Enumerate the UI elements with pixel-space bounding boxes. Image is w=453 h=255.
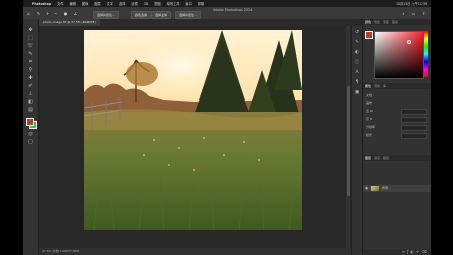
brush-angle-icon[interactable]: ∠ — [73, 11, 78, 16]
properties-panel-tabs: 属性 调整 库 — [363, 83, 431, 89]
tab-color[interactable]: 颜色 — [365, 19, 371, 25]
stamp-tool-icon[interactable]: ⊥ — [26, 91, 35, 98]
menu-item-file[interactable]: 文件 — [57, 1, 63, 6]
scrollbar-thumb[interactable] — [346, 86, 350, 196]
tab-layers[interactable]: 图层 — [365, 155, 371, 161]
paragraph-icon[interactable]: ¶ — [354, 80, 360, 86]
status-bar: 37.5% 文档:7.06M/7.06M — [39, 248, 359, 255]
canvas-scrollbar[interactable] — [346, 26, 350, 248]
select-and-mask-button[interactable]: 选择并遮住... — [175, 11, 201, 19]
canvas-area[interactable] — [39, 26, 359, 248]
info-icon[interactable]: ⓘ — [354, 60, 360, 66]
trash-icon[interactable]: ⌫ — [421, 249, 429, 254]
quick-selection-tool-icon[interactable]: ✎ — [26, 51, 35, 58]
left-letterbox — [0, 0, 23, 255]
menu-item-filter[interactable]: 滤镜 — [131, 1, 137, 6]
gradient-tool-icon[interactable]: ▤ — [26, 107, 35, 114]
prop-label-resolution: 分辨率 — [366, 125, 376, 129]
subtract-selection-icon[interactable]: − — [53, 11, 58, 16]
character-icon[interactable]: A — [354, 70, 360, 76]
menu-item-window[interactable]: 窗口 — [185, 1, 191, 6]
quick-select-tool-icon[interactable]: ✎ — [36, 11, 41, 16]
share-icon[interactable]: ⇪ — [421, 11, 426, 16]
window-title: Adobe Photoshop 2024 — [213, 8, 253, 12]
prop-label-mode: 模式 — [366, 133, 373, 137]
healing-brush-tool-icon[interactable]: ✚ — [26, 75, 35, 82]
collapsed-panel-icons: ↺ ✎ ◐ ⓘ A ¶ ▣ — [351, 26, 362, 255]
document-tab[interactable]: photo-image.tif @ 37.5% (RGB/8#) — [39, 19, 100, 26]
layer-row[interactable]: ◉ 背景 — [363, 185, 431, 192]
color-picker-field[interactable] — [374, 31, 424, 79]
tab-swatches[interactable]: 色板 — [374, 19, 380, 25]
layers-panel-tabs: 图层 通道 路径 — [363, 155, 431, 161]
prop-label-document: 文档 — [366, 93, 373, 97]
lasso-tool-icon[interactable]: ➰ — [26, 43, 35, 50]
layer-name: 背景 — [382, 186, 389, 190]
layer-actions-bar: ∞ƒ◐+⌫ — [363, 249, 431, 255]
quick-mask-icon[interactable]: ◎ — [26, 131, 35, 138]
photo-canvas[interactable] — [84, 30, 302, 230]
select-mask-button[interactable]: 选择并遮住... — [93, 11, 119, 19]
tab-paths[interactable]: 路径 — [383, 155, 389, 161]
prop-label-width: 宽 W — [366, 109, 373, 113]
menu-clock: 10月13日 上午11:39 — [395, 2, 427, 6]
tab-properties[interactable]: 属性 — [365, 83, 371, 89]
color-panel-tabs: 颜色 色板 渐变 图案 — [363, 19, 431, 25]
prop-label-height: 高 H — [366, 117, 373, 121]
tab-channels[interactable]: 通道 — [374, 155, 380, 161]
tab-adjustments[interactable]: 调整 — [374, 83, 380, 89]
move-tool-icon[interactable]: ✥ — [26, 27, 35, 34]
brush-tool-icon[interactable]: ✐ — [26, 83, 35, 90]
add-selection-icon[interactable]: + — [45, 11, 50, 16]
document-tab-row: photo-image.tif @ 37.5% (RGB/8#) — [39, 19, 359, 26]
eraser-tool-icon[interactable]: ◧ — [26, 99, 35, 106]
right-panels: 颜色 色板 渐变 图案 属性 调整 库 文档 画布 宽 W 高 H 分辨率 模式… — [362, 19, 431, 255]
select-subject-button[interactable]: 选择主体 — [151, 11, 172, 19]
field-photo — [84, 30, 302, 230]
libraries-icon[interactable]: ▣ — [354, 90, 360, 96]
foreground-color-swatch[interactable] — [26, 118, 34, 126]
tab-gradients[interactable]: 渐变 — [383, 19, 389, 25]
hue-slider[interactable] — [424, 31, 428, 77]
tab-libraries[interactable]: 库 — [383, 83, 386, 89]
mode-dropdown[interactable] — [401, 133, 427, 139]
brush-size-icon[interactable]: ● — [63, 11, 68, 16]
menu-item-3d[interactable]: 3D — [144, 2, 148, 6]
history-icon[interactable]: ↺ — [354, 30, 360, 36]
eye-icon[interactable]: ◉ — [365, 185, 368, 192]
home-icon[interactable]: ⌂ — [26, 11, 31, 16]
prop-label-canvas: 画布 — [366, 101, 373, 105]
menu-item-app[interactable]: Photoshop — [32, 2, 51, 6]
color-range-button[interactable]: 颜色选择 — [131, 11, 152, 19]
layer-thumbnail — [371, 186, 379, 191]
photoshop-window: Photoshop 文件 编辑 图像 图层 文字 选择 滤镜 3D 视图 增效工… — [23, 0, 431, 255]
panel-foreground-swatch[interactable] — [365, 31, 373, 39]
brush-settings-icon[interactable]: ✎ — [354, 40, 360, 46]
menu-item-edit[interactable]: 编辑 — [70, 1, 76, 6]
menu-item-help[interactable]: 帮助 — [198, 1, 204, 6]
menu-item-layer[interactable]: 图层 — [94, 1, 100, 6]
menu-item-view[interactable]: 视图 — [154, 1, 160, 6]
menu-item-select[interactable]: 选择 — [119, 1, 125, 6]
crop-tool-icon[interactable]: ⌗ — [26, 59, 35, 66]
tab-patterns[interactable]: 图案 — [392, 19, 398, 25]
menu-item-plugins[interactable]: 增效工具 — [167, 1, 180, 6]
resolution-field[interactable] — [401, 125, 427, 131]
workspace-icon[interactable]: ▭ — [411, 11, 416, 16]
menu-item-image[interactable]: 图像 — [82, 1, 88, 6]
height-field[interactable] — [401, 117, 427, 123]
width-field[interactable] — [401, 109, 427, 115]
search-icon[interactable]: ⌕ — [401, 11, 406, 16]
menu-bar: Photoshop 文件 编辑 图像 图层 文字 选择 滤镜 3D 视图 增效工… — [23, 0, 431, 7]
right-letterbox — [431, 0, 453, 255]
adjustments-icon[interactable]: ◐ — [354, 50, 360, 56]
menu-item-type[interactable]: 文字 — [107, 1, 113, 6]
toolbar: ✥ ⬚ ➰ ✎ ⌗ ⚲ ✚ ✐ ⊥ ◧ ▤ ◎ ▢ — [23, 19, 39, 255]
eyedropper-tool-icon[interactable]: ⚲ — [26, 67, 35, 74]
marquee-tool-icon[interactable]: ⬚ — [26, 35, 35, 42]
color-picker-handle[interactable] — [407, 40, 411, 44]
screen-mode-icon[interactable]: ▢ — [26, 139, 35, 146]
